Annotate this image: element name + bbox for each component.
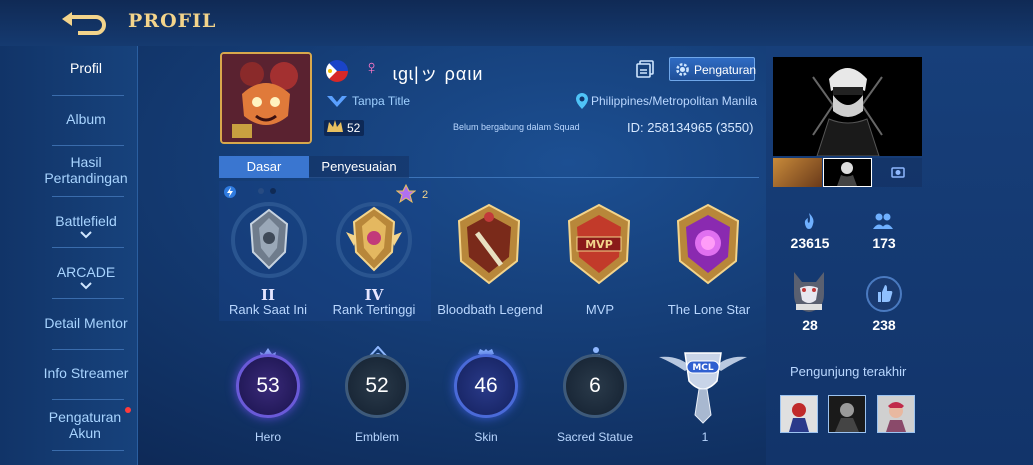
emblem-label: Emblem xyxy=(354,430,399,444)
sidebar-divider xyxy=(52,298,124,299)
thumbs-up-icon xyxy=(878,285,893,302)
sidebar-divider xyxy=(52,196,124,197)
profile-background-preview[interactable] xyxy=(773,57,922,156)
background-thumbnail-1[interactable] xyxy=(773,158,822,187)
level-crown-icon xyxy=(327,120,343,132)
mentor-count: 28 xyxy=(802,317,818,333)
character-portrait-icon xyxy=(773,57,922,156)
female-gender-icon: ♀ xyxy=(364,57,379,79)
popularity-count: 23615 xyxy=(790,235,830,251)
skin-label: Skin xyxy=(474,430,498,444)
visitor-avatar-icon xyxy=(781,396,817,432)
sidebar-item-label: Battlefield xyxy=(55,213,117,229)
skin-count: 46 xyxy=(474,374,498,397)
back-arrow-icon[interactable] xyxy=(58,6,108,36)
tab-dasar[interactable]: Dasar xyxy=(219,156,309,178)
season-icon xyxy=(224,186,236,198)
character-thumb-icon xyxy=(837,162,857,186)
tab-penyesuaian[interactable]: Penyesuaian xyxy=(309,156,409,178)
mcl-count: 1 xyxy=(701,430,709,444)
badge-label-lone-star: The Lone Star xyxy=(667,302,751,317)
star-crest-icon xyxy=(396,184,416,204)
sidebar-divider xyxy=(52,349,124,350)
copy-icon[interactable] xyxy=(636,60,654,78)
current-rank-badge-icon[interactable] xyxy=(229,202,309,282)
sacred-statue-count: 6 xyxy=(589,374,601,397)
highest-rank-stars: 2 xyxy=(422,189,429,201)
flame-icon xyxy=(804,213,814,229)
sidebar-item-pengaturan-akun[interactable]: Pengaturan Akun xyxy=(40,409,130,441)
friends-icon xyxy=(873,213,893,229)
friends-count: 173 xyxy=(872,235,896,251)
sidebar-item-battlefield[interactable]: Battlefield xyxy=(36,213,136,239)
sidebar-item-detail-mentor[interactable]: Detail Mentor xyxy=(36,315,136,331)
sidebar-item-label: ARCADE xyxy=(56,264,116,280)
sidebar-divider xyxy=(52,450,124,451)
chevron-down-icon xyxy=(80,282,92,290)
notification-dot xyxy=(125,407,131,413)
philippines-flag-icon xyxy=(326,60,348,82)
sidebar-item-arcade[interactable]: ARCADE xyxy=(36,264,136,290)
sidebar-item-hasil-pertandingan[interactable]: Hasil Pertandingan xyxy=(36,154,136,186)
avatar[interactable] xyxy=(220,52,312,144)
page-dot xyxy=(258,188,264,194)
tab-bar: Dasar Penyesuaian xyxy=(219,156,759,178)
likes-count: 238 xyxy=(872,317,896,333)
visitor-avatar-2[interactable] xyxy=(828,395,866,433)
location-pin-icon xyxy=(576,93,588,109)
mcl-trophy-icon[interactable]: MCL xyxy=(655,345,751,427)
settings-label: Pengaturan xyxy=(694,63,757,77)
svg-text:MVP: MVP xyxy=(585,238,613,251)
like-button[interactable] xyxy=(866,276,902,312)
mvp-badge-icon[interactable]: MVP xyxy=(559,203,639,287)
sidebar xyxy=(0,46,138,465)
sidebar-item-album[interactable]: Album xyxy=(36,111,136,127)
squad-status: Belum bergabung dalam Squad xyxy=(453,122,580,132)
add-background-button[interactable] xyxy=(873,158,922,187)
top-header: PROFIL xyxy=(0,0,1033,46)
svg-text:MCL: MCL xyxy=(692,363,714,373)
background-thumbnail-2[interactable] xyxy=(823,158,872,187)
emblem-count: 52 xyxy=(365,374,389,397)
settings-button[interactable]: Pengaturan xyxy=(669,57,757,81)
visitor-avatar-icon xyxy=(829,396,865,432)
gear-icon xyxy=(676,63,689,76)
camera-icon xyxy=(891,167,905,178)
sidebar-divider xyxy=(52,95,124,96)
recent-visitors-title: Pengunjung terakhir xyxy=(790,364,907,379)
hero-count: 53 xyxy=(256,374,280,397)
sacred-statue-label: Sacred Statue xyxy=(556,430,634,444)
sidebar-divider xyxy=(52,145,124,146)
chevron-down-icon xyxy=(80,231,92,239)
sidebar-item-profil[interactable]: Profil xyxy=(36,60,136,76)
location-text: Philippines/Metropolitan Manila xyxy=(591,94,758,108)
mentor-wolf-icon[interactable] xyxy=(786,268,832,314)
bloodbath-legend-badge-icon[interactable] xyxy=(449,203,529,287)
visitor-avatar-icon xyxy=(878,396,914,432)
lone-star-badge-icon[interactable] xyxy=(668,203,748,287)
page-title: PROFIL xyxy=(128,10,217,32)
sidebar-item-info-streamer[interactable]: Info Streamer xyxy=(36,365,136,381)
hero-label: Hero xyxy=(254,430,281,444)
highest-rank-badge-icon[interactable] xyxy=(334,202,414,282)
visitor-avatar-3[interactable] xyxy=(877,395,915,433)
player-title: Tanpa Title xyxy=(352,94,411,108)
player-level: 52 xyxy=(347,121,361,135)
player-id: ID: 258134965 (3550) xyxy=(627,120,754,135)
avatar-hero-icon xyxy=(222,54,310,142)
sidebar-divider xyxy=(52,247,124,248)
title-wings-icon xyxy=(327,96,347,107)
username: ɩɡɩ|ッ ραιи xyxy=(393,64,484,84)
visitor-avatar-1[interactable] xyxy=(780,395,818,433)
sidebar-divider xyxy=(52,399,124,400)
page-dot xyxy=(270,188,276,194)
